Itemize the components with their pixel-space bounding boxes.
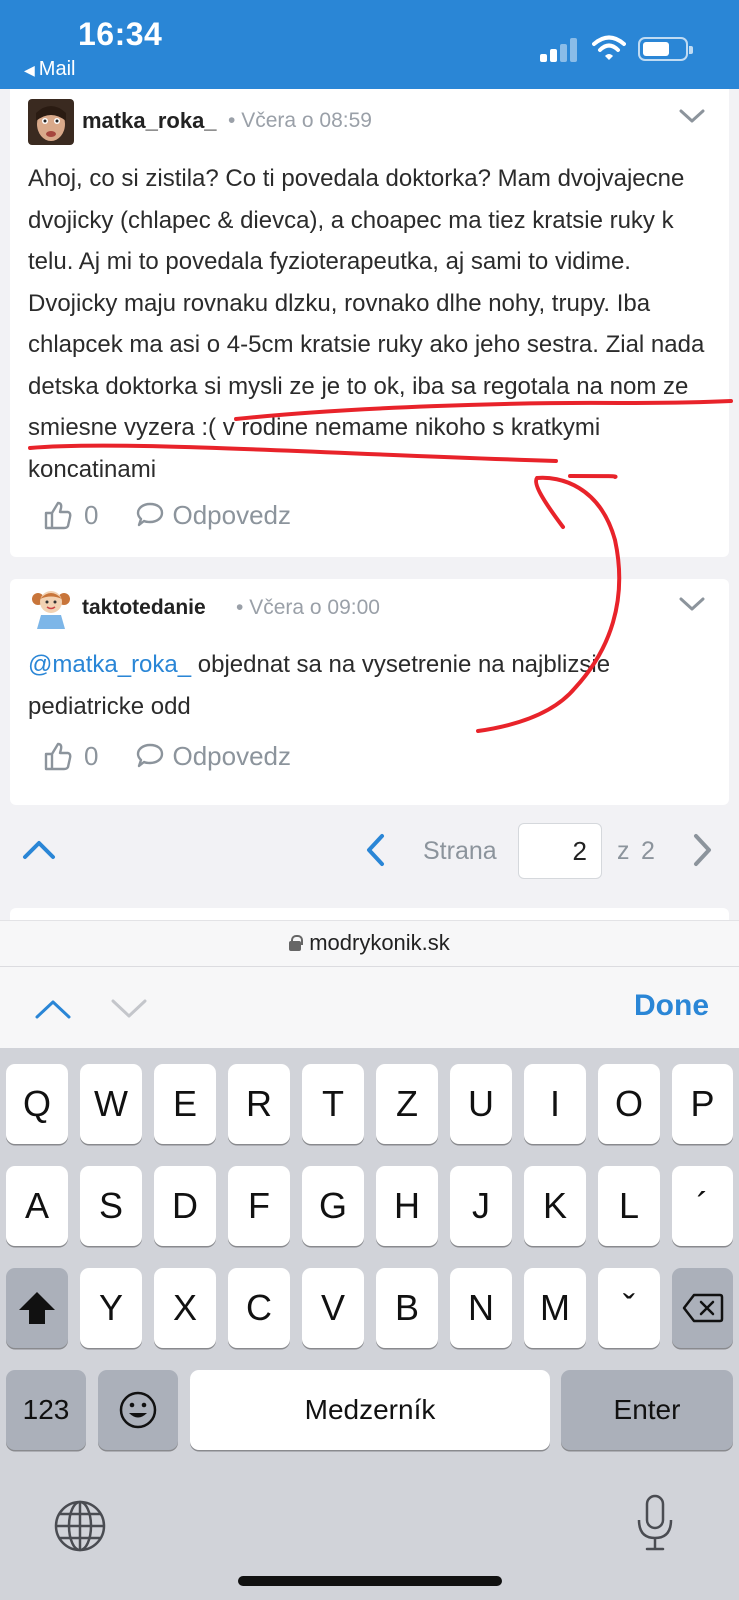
- pagination: Strana 2 z 2: [0, 813, 739, 893]
- chevron-down-icon[interactable]: [679, 595, 705, 613]
- comment-timestamp: • Včera o 09:00: [236, 596, 380, 619]
- comment-author[interactable]: taktotedanie: [82, 596, 206, 620]
- like-count: 0: [84, 499, 99, 530]
- key-w[interactable]: W: [80, 1064, 142, 1144]
- keyboard-accessory-bar: Done: [0, 966, 739, 1048]
- chevron-down-icon[interactable]: [679, 107, 705, 125]
- status-bar: 16:34 ◀ Mail: [0, 0, 739, 89]
- url-domain: modrykonik.sk: [309, 930, 450, 955]
- key-acute-accent[interactable]: ´: [672, 1166, 733, 1246]
- key-t[interactable]: T: [302, 1064, 364, 1144]
- numbers-key[interactable]: 123: [6, 1370, 86, 1450]
- key-r[interactable]: R: [228, 1064, 290, 1144]
- previous-field-chevron-up-icon[interactable]: [34, 997, 72, 1021]
- comment-card: matka_roka_ • Včera o 08:59 Ahoj, co si …: [10, 89, 729, 557]
- reply-button[interactable]: Odpovedz: [172, 500, 291, 531]
- next-field-chevron-down-icon[interactable]: [110, 997, 148, 1021]
- emoji-key[interactable]: [98, 1370, 178, 1450]
- signal-icon: [540, 38, 580, 62]
- space-key[interactable]: Medzerník: [190, 1370, 550, 1450]
- previous-page-chevron-left-icon[interactable]: [364, 833, 386, 867]
- avatar[interactable]: [28, 585, 74, 631]
- reply-button[interactable]: Odpovedz: [172, 741, 291, 772]
- comment-body: @matka_roka_ objednat sa na vysetrenie n…: [28, 644, 718, 727]
- back-label: Mail: [38, 58, 76, 80]
- key-s[interactable]: S: [80, 1166, 142, 1246]
- key-d[interactable]: D: [154, 1166, 216, 1246]
- lock-icon: [289, 935, 304, 951]
- comment-actions: 0 Odpovedz: [44, 739, 291, 773]
- speech-bubble-icon[interactable]: [136, 502, 164, 528]
- home-indicator: [238, 1576, 502, 1586]
- globe-icon[interactable]: [54, 1500, 106, 1552]
- shift-key[interactable]: [6, 1268, 68, 1348]
- comment-card: taktotedanie • Včera o 09:00 @matka_roka…: [10, 579, 729, 805]
- backspace-key[interactable]: [672, 1268, 733, 1348]
- user-mention-link[interactable]: @matka_roka_: [28, 651, 191, 678]
- emoji-smiley-icon: [119, 1391, 157, 1429]
- back-to-mail-button[interactable]: ◀ Mail: [24, 58, 75, 81]
- like-count: 0: [84, 740, 99, 771]
- key-k[interactable]: K: [524, 1166, 586, 1246]
- shift-arrow-icon: [19, 1292, 55, 1324]
- thumbs-up-icon[interactable]: [44, 500, 72, 530]
- avatar[interactable]: [28, 99, 74, 145]
- comment-actions: 0 Odpovedz: [44, 498, 291, 532]
- key-c[interactable]: C: [228, 1268, 290, 1348]
- timestamp-text: Včera o 08:59: [241, 109, 372, 132]
- key-z[interactable]: Z: [376, 1064, 438, 1144]
- key-i[interactable]: I: [524, 1064, 586, 1144]
- key-v[interactable]: V: [302, 1268, 364, 1348]
- key-u[interactable]: U: [450, 1064, 512, 1144]
- battery-icon: [638, 37, 693, 61]
- key-q[interactable]: Q: [6, 1064, 68, 1144]
- key-caron[interactable]: ˇ: [598, 1268, 660, 1348]
- comment-author[interactable]: matka_roka_: [82, 108, 217, 134]
- key-n[interactable]: N: [450, 1268, 512, 1348]
- enter-key[interactable]: Enter: [561, 1370, 733, 1450]
- key-j[interactable]: J: [450, 1166, 512, 1246]
- page-number-input[interactable]: 2: [518, 823, 602, 879]
- key-l[interactable]: L: [598, 1166, 660, 1246]
- next-page-chevron-right-icon[interactable]: [692, 833, 714, 867]
- key-p[interactable]: P: [672, 1064, 733, 1144]
- clock: 16:34: [78, 16, 163, 52]
- done-button[interactable]: Done: [634, 989, 709, 1023]
- microphone-icon[interactable]: [636, 1494, 674, 1552]
- page-label: Strana: [423, 837, 497, 865]
- key-a[interactable]: A: [6, 1166, 68, 1246]
- key-b[interactable]: B: [376, 1268, 438, 1348]
- key-x[interactable]: X: [154, 1268, 216, 1348]
- key-m[interactable]: M: [524, 1268, 586, 1348]
- wifi-icon: [592, 35, 626, 60]
- key-o[interactable]: O: [598, 1064, 660, 1144]
- key-h[interactable]: H: [376, 1166, 438, 1246]
- scroll-to-top-chevron-up-icon[interactable]: [22, 835, 56, 861]
- timestamp-text: Včera o 09:00: [249, 596, 380, 619]
- backspace-icon: [682, 1293, 723, 1323]
- key-f[interactable]: F: [228, 1166, 290, 1246]
- key-e[interactable]: E: [154, 1064, 216, 1144]
- key-g[interactable]: G: [302, 1166, 364, 1246]
- thumbs-up-icon[interactable]: [44, 741, 72, 771]
- comment-body: Ahoj, co si zistila? Co ti povedala dokt…: [28, 165, 705, 483]
- page-of-label: z: [617, 837, 630, 865]
- comment-timestamp: • Včera o 08:59: [228, 109, 372, 132]
- back-triangle-icon: ◀: [24, 62, 35, 78]
- speech-bubble-icon[interactable]: [136, 743, 164, 769]
- page-total: 2: [641, 837, 655, 865]
- url-bar[interactable]: modrykonik.sk: [0, 920, 739, 966]
- key-y[interactable]: Y: [80, 1268, 142, 1348]
